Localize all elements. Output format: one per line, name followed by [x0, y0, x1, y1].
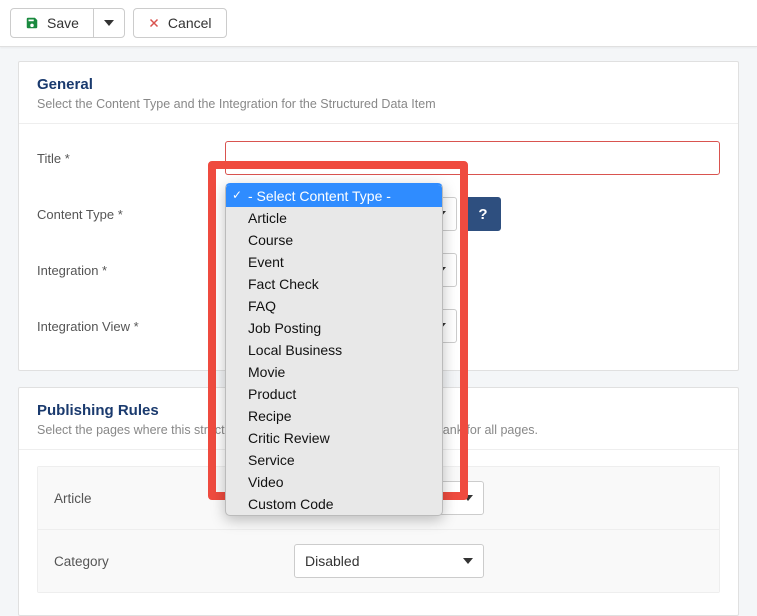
dropdown-option[interactable]: Service — [226, 449, 442, 471]
dropdown-option[interactable]: Recipe — [226, 405, 442, 427]
cancel-button[interactable]: Cancel — [133, 8, 227, 38]
dropdown-option[interactable]: FAQ — [226, 295, 442, 317]
dropdown-option[interactable]: Movie — [226, 361, 442, 383]
dropdown-option[interactable]: Video — [226, 471, 442, 493]
chevron-down-icon — [463, 558, 473, 564]
save-label: Save — [47, 15, 79, 31]
title-label: Title * — [37, 151, 225, 166]
dropdown-option[interactable]: Custom Code — [226, 493, 442, 515]
help-icon: ? — [478, 206, 487, 223]
dropdown-option[interactable]: Event — [226, 251, 442, 273]
dropdown-option-placeholder[interactable]: - Select Content Type - — [226, 185, 442, 207]
rule-category-select[interactable]: Disabled — [294, 544, 484, 578]
dropdown-option[interactable]: Article — [226, 207, 442, 229]
divider — [19, 123, 738, 124]
dropdown-option[interactable]: Fact Check — [226, 273, 442, 295]
content-type-dropdown: - Select Content Type - ArticleCourseEve… — [225, 183, 443, 516]
integration-label: Integration * — [37, 263, 237, 278]
general-heading: General — [37, 76, 720, 93]
dropdown-option[interactable]: Critic Review — [226, 427, 442, 449]
general-description: Select the Content Type and the Integrat… — [37, 97, 720, 111]
rule-category-label: Category — [54, 554, 294, 569]
toolbar: Save Cancel — [0, 0, 757, 47]
close-icon — [148, 17, 160, 29]
save-button-group: Save — [10, 8, 125, 38]
cancel-label: Cancel — [168, 15, 212, 31]
dropdown-option[interactable]: Product — [226, 383, 442, 405]
save-icon — [25, 16, 39, 30]
dropdown-option[interactable]: Course — [226, 229, 442, 251]
help-button[interactable]: ? — [465, 197, 501, 231]
dropdown-option[interactable]: Local Business — [226, 339, 442, 361]
integration-view-label: Integration View * — [37, 319, 237, 334]
content-type-label: Content Type * — [37, 207, 237, 222]
save-dropdown-button[interactable] — [93, 8, 125, 38]
rule-row-category: Category Disabled — [38, 530, 719, 592]
dropdown-option[interactable]: Job Posting — [226, 317, 442, 339]
chevron-down-icon — [104, 20, 114, 26]
save-button[interactable]: Save — [10, 8, 94, 38]
